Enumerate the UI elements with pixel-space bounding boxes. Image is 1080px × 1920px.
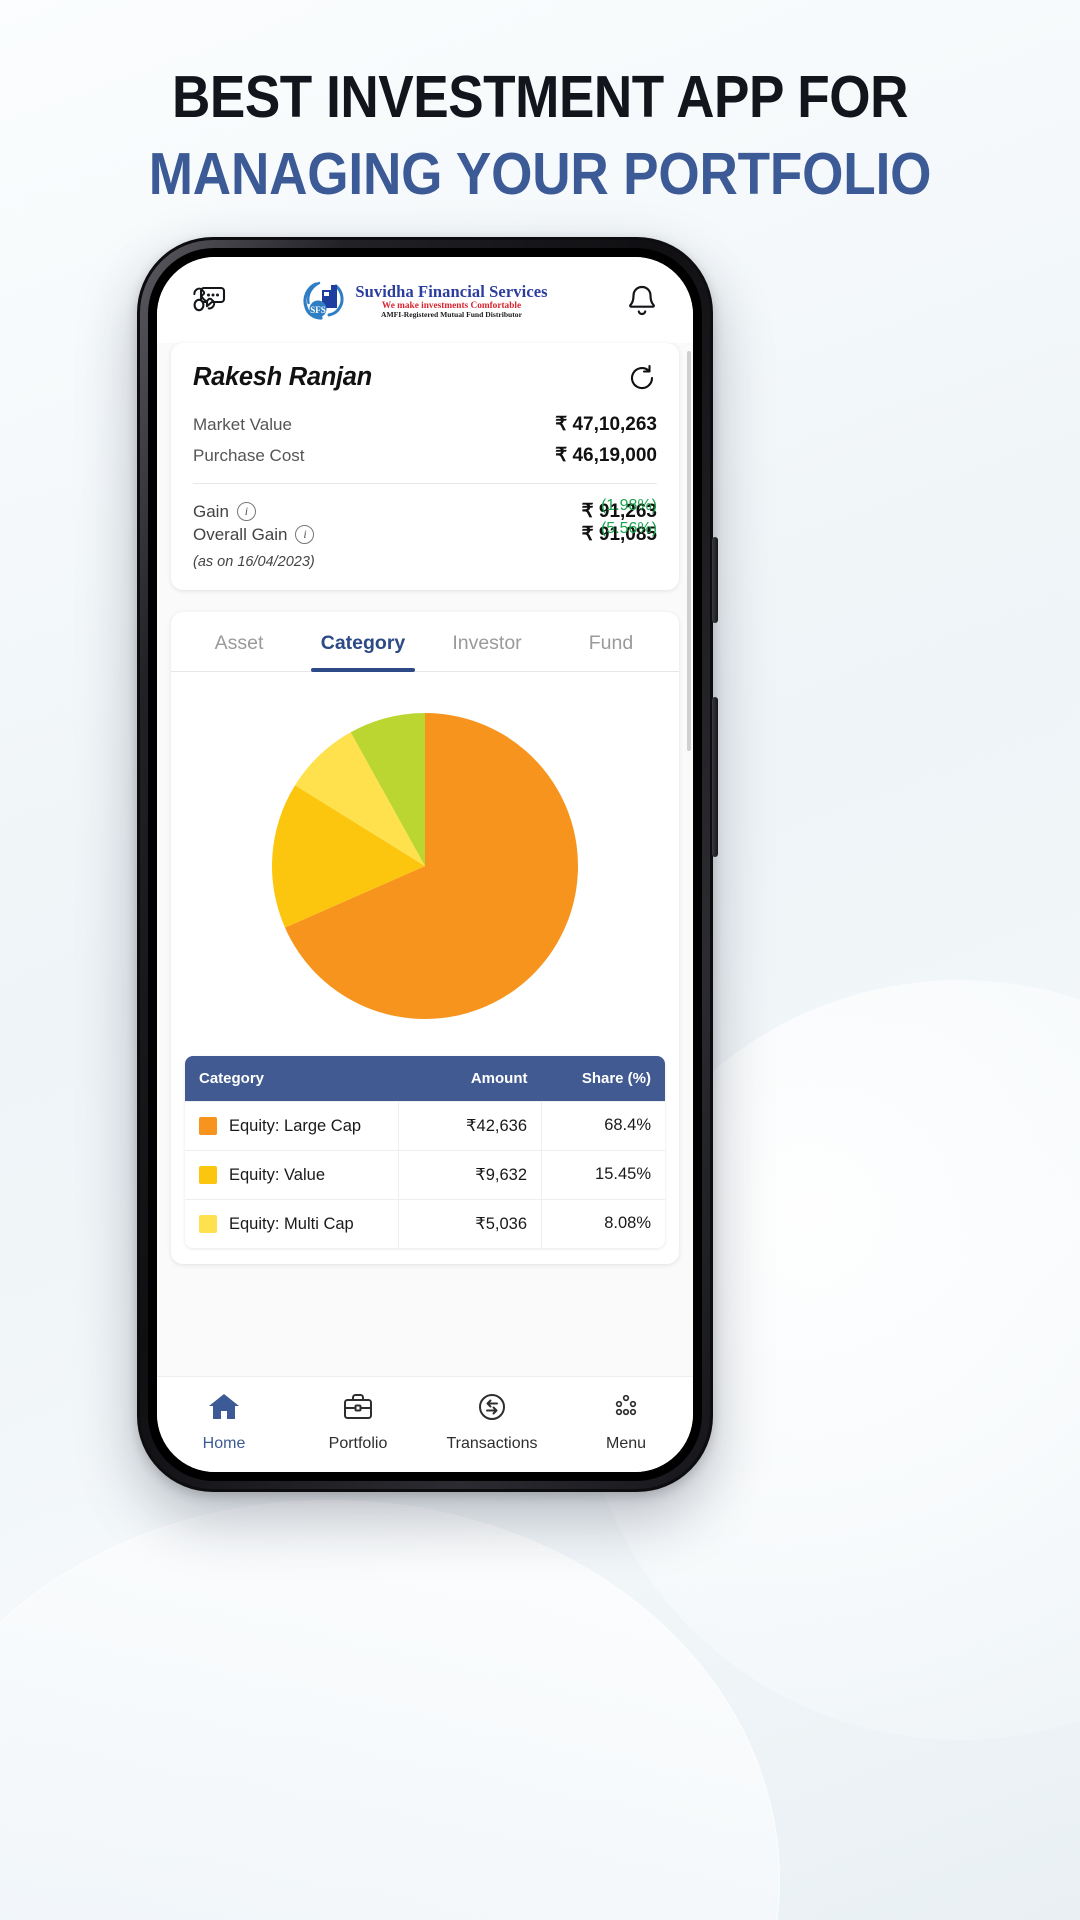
nav-label-portfolio: Portfolio (328, 1434, 388, 1452)
headline-line-2: MANAGING YOUR PORTFOLIO (148, 141, 932, 207)
color-swatch (199, 1117, 217, 1135)
gain-label: Gain (193, 501, 229, 521)
scrollbar[interactable] (687, 351, 691, 751)
home-icon (207, 1391, 241, 1428)
overall-gain-percent: (5.56%) (600, 520, 657, 537)
headline-line-1: BEST INVESTMENT APP FOR (171, 64, 909, 130)
nav-item-transactions[interactable]: Transactions (425, 1391, 559, 1453)
tab-category[interactable]: Category (301, 612, 425, 672)
investor-name: Rakesh Ranjan (193, 363, 372, 391)
app-scroll-body[interactable]: Rakesh Ranjan Market Value ₹ 47,10,263 P… (157, 343, 693, 1388)
tab-asset[interactable]: Asset (177, 612, 301, 671)
info-icon[interactable]: i (236, 502, 256, 521)
phone-power-button (712, 697, 718, 857)
summary-row-purchase-cost: Purchase Cost ₹ 46,19,000 (193, 440, 657, 471)
phone-chat-support-icon[interactable] (185, 278, 231, 324)
info-icon[interactable]: i (295, 525, 315, 544)
app-header: SFS Suvidha Financial Services We make i… (157, 257, 693, 331)
table-row[interactable]: Equity: Multi Cap ₹5,036 8.08% (185, 1199, 665, 1248)
card-divider (193, 483, 657, 484)
table-header-amount: Amount (470, 1070, 528, 1087)
table-header-category: Category (199, 1070, 265, 1087)
as-on-date: (as on 16/04/2023) (193, 554, 315, 570)
nav-item-menu[interactable]: Menu (559, 1391, 693, 1453)
pie-svg (272, 713, 579, 1019)
tab-fund[interactable]: Fund (549, 612, 673, 671)
purchase-cost-label: Purchase Cost (193, 445, 305, 465)
table-row[interactable]: Equity: Large Cap ₹42,636 68.4% (185, 1101, 665, 1150)
nav-label-home: Home (202, 1434, 246, 1452)
purchase-cost-amount: ₹ 46,19,000 (555, 445, 657, 466)
row-category: Equity: Large Cap (229, 1116, 362, 1135)
row-amount: ₹9,632 (399, 1151, 542, 1199)
phone-screen: SFS Suvidha Financial Services We make i… (157, 257, 693, 1472)
portfolio-summary-card: Rakesh Ranjan Market Value ₹ 47,10,263 P… (171, 343, 679, 590)
allocation-card: Asset Category Investor Fund Category Am… (171, 612, 679, 1264)
row-amount: ₹42,636 (399, 1102, 542, 1150)
briefcase-icon (341, 1391, 375, 1428)
table-header-share: Share (%) (581, 1070, 651, 1087)
tab-investor[interactable]: Investor (425, 612, 549, 671)
color-swatch (199, 1215, 217, 1233)
nav-item-portfolio[interactable]: Portfolio (291, 1391, 425, 1453)
brand-name: Suvidha Financial Services (355, 281, 548, 301)
svg-text:SFS: SFS (311, 305, 327, 315)
phone-volume-button (712, 537, 718, 623)
bottom-navigation[interactable]: Home Portfolio Transactions Menu (157, 1376, 693, 1472)
nav-label-menu: Menu (605, 1434, 647, 1452)
nav-item-home[interactable]: Home (157, 1391, 291, 1453)
category-pie-chart (171, 672, 679, 1046)
row-amount: ₹5,036 (399, 1200, 542, 1248)
color-swatch (199, 1166, 217, 1184)
table-row[interactable]: Equity: Value ₹9,632 15.45% (185, 1150, 665, 1199)
menu-dots-icon (609, 1391, 643, 1428)
sfs-logo-icon: SFS (302, 280, 348, 322)
refresh-icon[interactable] (627, 363, 657, 393)
phone-mockup: SFS Suvidha Financial Services We make i… (137, 237, 718, 1492)
row-share: 15.45% (595, 1165, 651, 1183)
row-share: 68.4% (604, 1116, 651, 1134)
overall-gain-label: Overall Gain (193, 524, 288, 544)
category-table: Category Amount Share (%) Equity: Large … (185, 1056, 665, 1248)
row-share: 8.08% (604, 1214, 651, 1232)
brand-logo: SFS Suvidha Financial Services We make i… (302, 280, 548, 322)
row-category: Equity: Multi Cap (229, 1214, 354, 1233)
summary-row-market-value: Market Value ₹ 47,10,263 (193, 409, 657, 440)
table-header-row: Category Amount Share (%) (185, 1056, 665, 1101)
bell-notification-icon[interactable] (619, 278, 665, 324)
brand-subline: AMFI-Registered Mutual Fund Distributor (381, 309, 522, 319)
gain-percent: (1.98%) (600, 497, 657, 514)
nav-label-transactions: Transactions (446, 1434, 538, 1452)
transactions-swap-icon (475, 1391, 509, 1428)
row-category: Equity: Value (229, 1165, 326, 1184)
allocation-tabs[interactable]: Asset Category Investor Fund (171, 612, 679, 672)
market-value-label: Market Value (193, 414, 292, 434)
market-value-amount: ₹ 47,10,263 (555, 414, 657, 435)
page-headline: BEST INVESTMENT APP FOR MANAGING YOUR PO… (0, 62, 1080, 210)
